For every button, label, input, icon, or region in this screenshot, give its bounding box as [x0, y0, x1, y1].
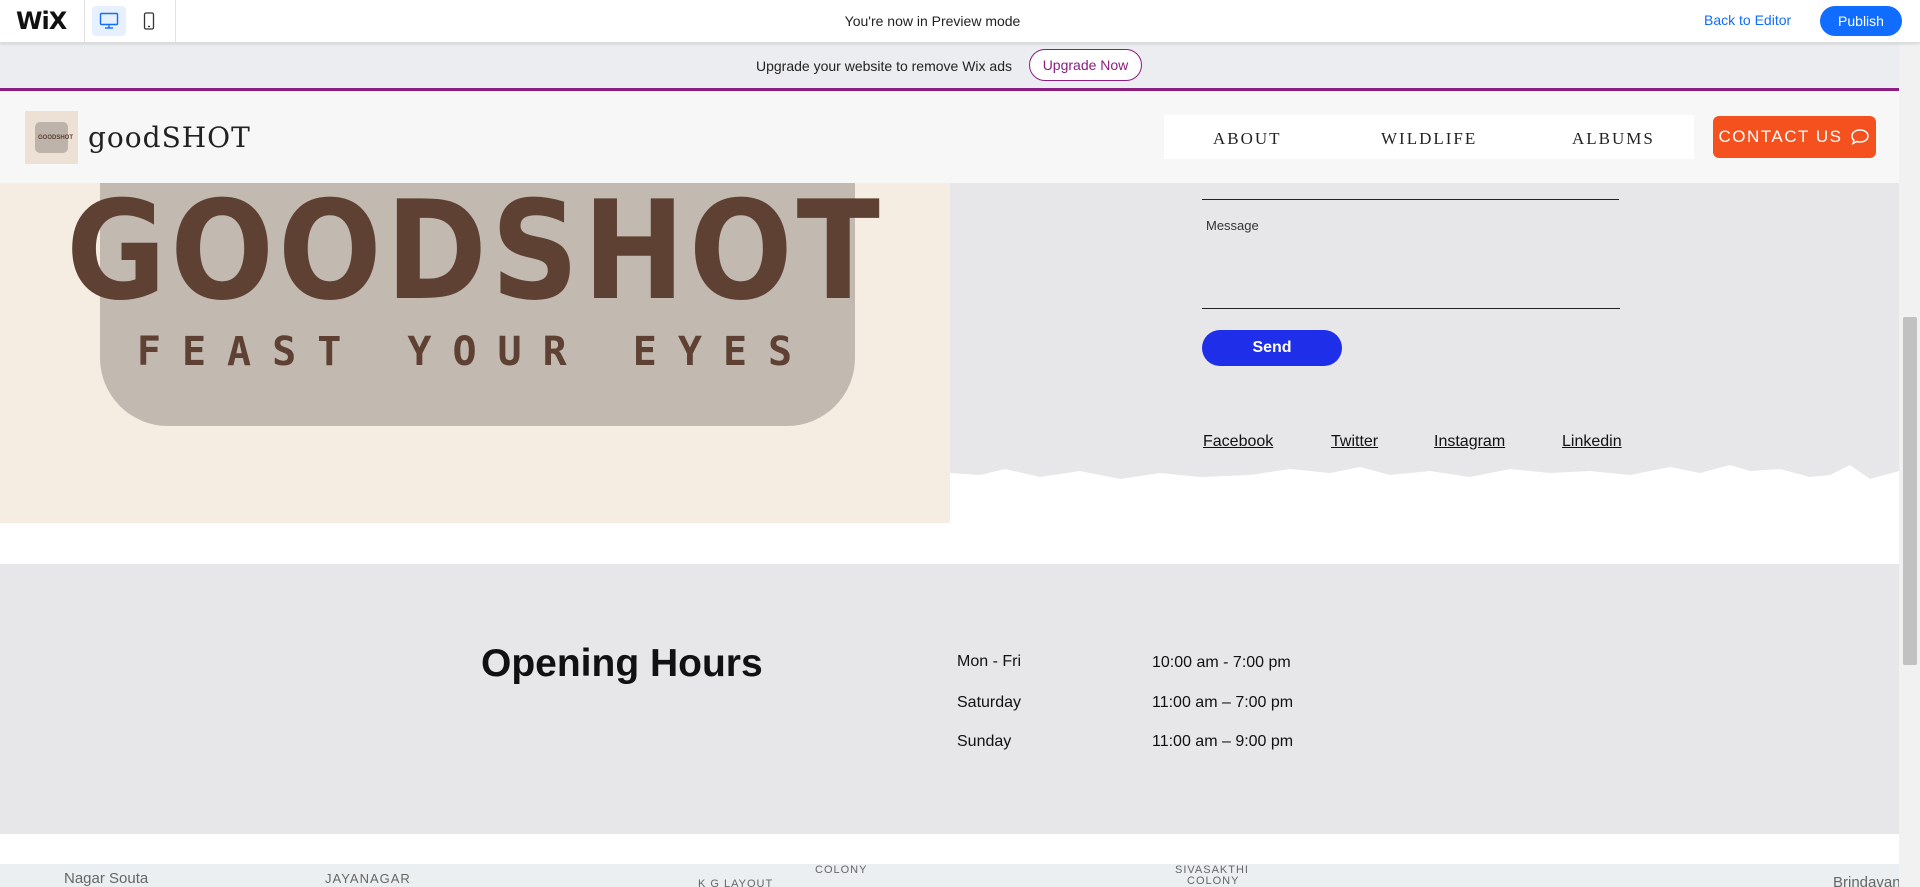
hours-time: 11:00 am – 7:00 pm — [1152, 694, 1294, 711]
preview-mode-text: You're now in Preview mode — [844, 13, 1021, 29]
hours-time: 10:00 am - 7:00 pm — [1152, 654, 1291, 671]
form-field-underline[interactable] — [1202, 199, 1619, 200]
hours-day: Mon - Fri — [957, 653, 1021, 670]
hours-day: Sunday — [957, 733, 1012, 750]
map-label: JAYANAGAR — [325, 871, 411, 886]
publish-button[interactable]: Publish — [1820, 6, 1902, 36]
send-button[interactable]: Send — [1202, 330, 1342, 366]
site-header: GOODSHOT goodSHOT ABOUT WILDLIFE ALBUMS … — [0, 91, 1899, 183]
map-label: Nagar Souta — [64, 870, 149, 887]
nav-item-about[interactable]: ABOUT — [1213, 129, 1282, 149]
message-field-label: Message — [1206, 218, 1259, 233]
brand-title: GOODSHOT — [66, 183, 884, 331]
facebook-link[interactable]: Facebook — [1203, 433, 1273, 451]
message-field-underline — [1202, 308, 1620, 309]
hours-time: 11:00 am – 9:00 pm — [1152, 733, 1294, 750]
upgrade-banner: Upgrade your website to remove Wix ads U… — [0, 43, 1899, 91]
upgrade-now-button[interactable]: Upgrade Now — [1029, 49, 1142, 81]
nav-item-wildlife[interactable]: WILDLIFE — [1381, 129, 1477, 149]
chat-bubble-icon — [1851, 129, 1870, 146]
opening-hours-title: Opening Hours — [481, 642, 763, 685]
site-name[interactable]: goodSHOT — [88, 121, 251, 154]
location-map[interactable]: Nagar Souta JAYANAGAR K G LAYOUT COLONY … — [0, 864, 1899, 887]
map-label: Brindavan — [1833, 874, 1899, 887]
message-field[interactable] — [1202, 238, 1620, 306]
upgrade-banner-text: Upgrade your website to remove Wix ads — [756, 58, 1012, 74]
linkedin-link[interactable]: Linkedin — [1562, 433, 1622, 451]
nav-item-albums[interactable]: ALBUMS — [1572, 129, 1655, 149]
scrollbar-thumb[interactable] — [1903, 317, 1917, 665]
hours-day: Saturday — [957, 694, 1022, 711]
main-nav: ABOUT WILDLIFE ALBUMS — [1164, 115, 1694, 159]
brand-image: GOODSHOT FEAST YOUR EYES — [0, 183, 950, 523]
site-logo[interactable]: GOODSHOT — [25, 111, 78, 164]
torn-paper-edge — [950, 465, 1899, 523]
brand-tagline: FEAST YOUR EYES — [136, 329, 814, 375]
map-label: K G LAYOUT — [698, 878, 774, 887]
map-label: COLONY — [1187, 875, 1240, 887]
twitter-link[interactable]: Twitter — [1331, 433, 1378, 451]
contact-us-label: CONTACT US — [1718, 127, 1843, 146]
map-label: COLONY — [815, 864, 868, 876]
instagram-link[interactable]: Instagram — [1434, 433, 1505, 451]
contact-form-section: Message Send Facebook Twitter Instagram … — [950, 183, 1899, 523]
contact-us-button[interactable]: CONTACT US — [1713, 116, 1876, 158]
back-to-editor-link[interactable]: Back to Editor — [1704, 12, 1791, 28]
logo-mark-text: GOODSHOT — [38, 135, 74, 141]
opening-hours-section: Opening Hours Mon - Fri 10:00 am - 7:00 … — [0, 564, 1899, 834]
wix-preview-bar: WiX You're now in Preview mode Back to E… — [0, 0, 1920, 43]
